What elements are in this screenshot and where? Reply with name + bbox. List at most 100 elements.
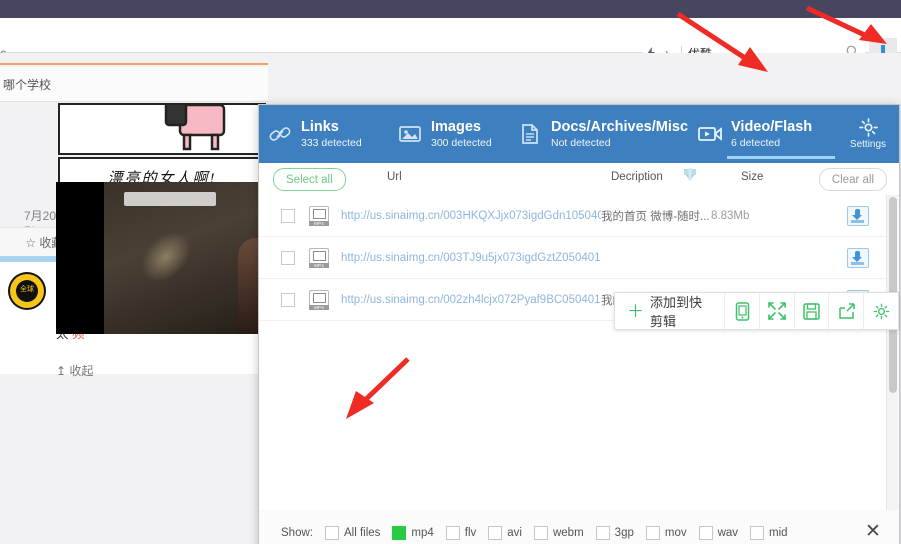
post-image-1[interactable] [58, 103, 266, 155]
row-checkbox[interactable] [281, 251, 295, 265]
filter-mov-label: mov [665, 527, 687, 539]
file-type-filter-bar: Show: All files mp4 flv avi webm [259, 510, 899, 544]
filter-wav[interactable]: wav [699, 526, 738, 540]
download-manager-tabs: Links 333 detected Images 300 detected [259, 105, 899, 163]
tab-images-title: Images [431, 118, 492, 136]
plus-icon: ＋ [627, 303, 644, 320]
mp4-file-icon-label: MP4 [309, 263, 329, 268]
filter-flv-label: flv [465, 527, 477, 539]
document-icon [509, 123, 551, 145]
row-description: 我的首页 微博-随时... [601, 208, 711, 224]
table-row[interactable]: MP4 http://us.sinaimg.cn/003HKQXJjx073ig… [259, 195, 887, 237]
mp4-file-icon: MP4 [309, 290, 329, 310]
row-checkbox[interactable] [281, 293, 295, 307]
tab-links[interactable]: Links 333 detected [259, 105, 389, 163]
download-table-body: MP4 http://us.sinaimg.cn/003HKQXJjx073ig… [259, 195, 887, 510]
mobile-record-icon[interactable] [725, 293, 760, 329]
add-to-kuaijianji-label: 添加到快剪辑 [650, 292, 712, 330]
table-row[interactable]: MP4 http://us.sinaimg.cn/003TJ9u5jx073ig… [259, 237, 887, 279]
download-manager-panel: Links 333 detected Images 300 detected [258, 104, 900, 544]
filter-mid-label: mid [769, 527, 788, 539]
background-webpage: 哪个学校 漂亮的女人啊! 长图 7月20日 21:23 来自 大包super的i… [0, 53, 268, 544]
tab-docs-archives-misc[interactable]: Docs/Archives/Misc Not detected [509, 105, 689, 163]
filter-all-files[interactable]: All files [325, 526, 380, 540]
tab-images-subtitle: 300 detected [431, 137, 492, 150]
row-size: 8.83Mb [711, 210, 799, 222]
share-icon[interactable] [829, 293, 864, 329]
filter-avi-label: avi [507, 527, 522, 539]
video-icon [689, 124, 731, 144]
collapse-arrow-icon: ↥ [56, 364, 66, 378]
browser-title-bar [0, 0, 901, 18]
row-url[interactable]: http://us.sinaimg.cn/003TJ9u5jx073igdGzt… [341, 252, 601, 264]
fullscreen-record-icon[interactable] [760, 293, 795, 329]
pig-illustration [158, 103, 234, 151]
tab-settings-label: Settings [850, 139, 886, 150]
tab-docs-subtitle: Not detected [551, 137, 688, 150]
checkbox[interactable] [596, 526, 610, 540]
show-label: Show: [281, 527, 313, 539]
checkbox[interactable] [646, 526, 660, 540]
checkbox[interactable] [750, 526, 764, 540]
tab-video-title: Video/Flash [731, 118, 812, 136]
filter-mp4[interactable]: mp4 [392, 526, 433, 540]
image-icon [389, 124, 431, 144]
filter-avi[interactable]: avi [488, 526, 522, 540]
avatar-label: 全球 [8, 284, 46, 294]
clear-all-button[interactable]: Clear all [819, 168, 887, 191]
page-search-row[interactable]: 哪个学校 [0, 67, 268, 102]
tab-links-title: Links [301, 118, 362, 136]
gear-icon[interactable] [864, 293, 898, 329]
mp4-file-icon: MP4 [309, 206, 329, 226]
checkbox[interactable] [699, 526, 713, 540]
row-download-button[interactable] [847, 206, 869, 226]
filter-mp4-label: mp4 [411, 527, 433, 539]
filter-flv[interactable]: flv [446, 526, 477, 540]
page-viewport: 哪个学校 漂亮的女人啊! 长图 7月20日 21:23 来自 大包super的i… [0, 53, 901, 544]
mp4-file-icon-label: MP4 [309, 221, 329, 226]
post-collapse-label: 收起 [69, 364, 93, 378]
row-checkbox[interactable] [281, 209, 295, 223]
tab-video-flash[interactable]: Video/Flash 6 detected [689, 105, 839, 163]
browser-toolbar: 6 › 优酷 [0, 18, 901, 53]
tab-docs-title: Docs/Archives/Misc [551, 118, 688, 136]
filter-3gp[interactable]: 3gp [596, 526, 634, 540]
mp4-file-icon: MP4 [309, 248, 329, 268]
checkbox[interactable] [446, 526, 460, 540]
kuaijianji-floating-toolbar: ＋ 添加到快剪辑 [614, 292, 899, 330]
checkbox[interactable] [392, 526, 406, 540]
save-icon[interactable] [795, 293, 830, 329]
sort-icon[interactable] [683, 167, 697, 185]
filter-mid[interactable]: mid [750, 526, 788, 540]
filter-3gp-label: 3gp [615, 527, 634, 539]
post-video-player[interactable] [56, 182, 268, 334]
column-header-description[interactable]: Decription [611, 171, 663, 183]
page-search-row-text: 哪个学校 [0, 76, 51, 93]
add-to-kuaijianji-button[interactable]: ＋ 添加到快剪辑 [615, 293, 725, 329]
filter-webm[interactable]: webm [534, 526, 584, 540]
gear-icon [859, 118, 878, 137]
avatar[interactable]: 全球 [8, 272, 46, 310]
column-header-url[interactable]: Url [387, 171, 402, 183]
row-url[interactable]: http://us.sinaimg.cn/003HKQXJjx073igdGdn… [341, 210, 601, 222]
select-all-button[interactable]: Select all [273, 168, 346, 191]
download-table-header: Select all Url Decription Size Clear all [259, 163, 899, 196]
row-download-button[interactable] [847, 248, 869, 268]
checkbox[interactable] [534, 526, 548, 540]
tab-links-subtitle: 333 detected [301, 137, 362, 150]
star-icon: ☆ [25, 236, 36, 250]
checkbox[interactable] [488, 526, 502, 540]
tab-images[interactable]: Images 300 detected [389, 105, 509, 163]
post-collapse-button[interactable]: ↥ 收起 [56, 362, 93, 379]
checkbox[interactable] [325, 526, 339, 540]
tab-settings[interactable]: Settings [839, 105, 897, 163]
filter-wav-label: wav [718, 527, 738, 539]
tab-video-subtitle: 6 detected [731, 137, 812, 150]
filter-webm-label: webm [553, 527, 584, 539]
link-icon [259, 124, 301, 144]
column-header-size[interactable]: Size [741, 171, 763, 183]
row-url[interactable]: http://us.sinaimg.cn/002zh4lcjx072Pyaf9B… [341, 294, 601, 306]
close-icon[interactable]: ✕ [863, 522, 883, 542]
mp4-file-icon-label: MP4 [309, 305, 329, 310]
filter-mov[interactable]: mov [646, 526, 687, 540]
